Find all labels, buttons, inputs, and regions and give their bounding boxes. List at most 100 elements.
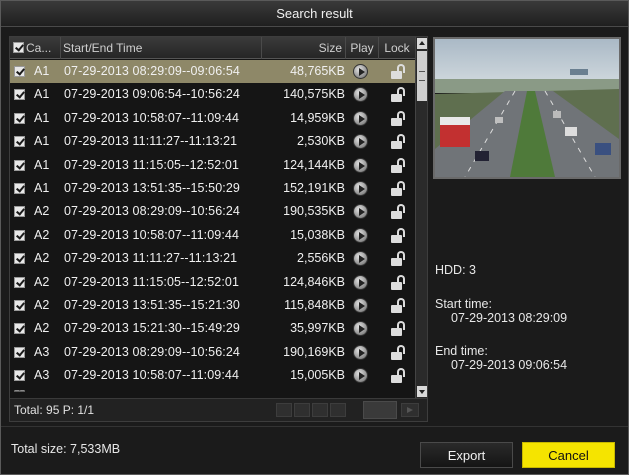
unlock-icon[interactable] (391, 321, 407, 337)
row-checkbox[interactable] (14, 229, 25, 241)
unlock-icon[interactable] (391, 110, 407, 126)
total-size: Total size: 7,533MB (11, 442, 121, 456)
row-checkbox[interactable] (14, 182, 25, 194)
export-button[interactable]: Export (420, 442, 513, 468)
table-header: Ca... Start/End Time Size Play Lock (10, 37, 415, 59)
row-time: 07-29-2013 09:06:54--10:56:24 (64, 87, 240, 102)
row-checkbox[interactable] (14, 159, 25, 171)
total-count: Total: 95 P: 1/1 (14, 403, 95, 417)
unlock-icon[interactable] (391, 227, 407, 243)
play-icon[interactable] (353, 204, 368, 220)
next-page-icon[interactable] (312, 403, 328, 417)
row-checkbox[interactable] (14, 136, 25, 148)
play-icon[interactable] (353, 251, 368, 267)
row-size: 124,846KB (283, 274, 345, 289)
row-checkbox[interactable] (14, 346, 25, 358)
table-row[interactable]: A2 07-29-2013 08:29:09--10:56:24 190,535KB (10, 200, 415, 223)
first-page-icon[interactable] (276, 403, 292, 417)
unlock-icon[interactable] (391, 274, 407, 290)
row-time: 07-29-2013 13:51:35--15:50:29 (64, 180, 240, 195)
table-row[interactable]: A1 07-29-2013 11:15:05--12:52:01 124,144KB (10, 154, 415, 177)
row-size: 2,556KB (297, 251, 345, 266)
play-icon[interactable] (353, 344, 368, 360)
table-row[interactable]: A2 07-29-2013 15:21:30--15:49:29 35,997KB (10, 317, 415, 340)
row-checkbox[interactable] (14, 112, 25, 124)
row-checkbox[interactable] (14, 370, 25, 382)
row-time: 07-29-2013 10:58:07--11:09:44 (64, 110, 240, 125)
table-rows: A1 07-29-2013 08:29:09--09:06:54 48,765KB A… (10, 60, 415, 390)
row-size: 35,997KB (290, 321, 345, 336)
end-time-label: End time: (435, 344, 488, 358)
row-checkbox[interactable] (14, 323, 25, 335)
play-icon[interactable] (353, 64, 368, 79)
table-row[interactable]: A1 07-29-2013 10:58:07--11:09:44 14,959KB (10, 107, 415, 130)
row-checkbox[interactable] (14, 253, 25, 265)
row-size: 2,530KB (297, 134, 345, 149)
row-checkbox[interactable] (14, 299, 25, 311)
search-result-dialog: Search result Ca... Start/End Time Size … (0, 0, 629, 475)
unlock-icon[interactable] (391, 134, 407, 150)
unlock-icon[interactable] (391, 204, 407, 220)
play-icon[interactable] (353, 274, 368, 290)
play-icon[interactable] (353, 134, 368, 150)
scroll-down-icon[interactable] (417, 386, 427, 397)
table-row[interactable]: A1 07-29-2013 13:51:35--15:50:29 152,191KB (10, 177, 415, 200)
scroll-thumb[interactable] (417, 51, 427, 101)
start-time-value: 07-29-2013 08:29:09 (451, 311, 568, 325)
prev-page-icon[interactable] (294, 403, 310, 417)
results-table: Ca... Start/End Time Size Play Lock A1 07… (9, 36, 428, 422)
play-icon[interactable] (353, 180, 368, 196)
unlock-icon[interactable] (391, 157, 407, 173)
play-icon[interactable] (353, 157, 368, 173)
unlock-icon[interactable] (391, 180, 407, 196)
play-icon[interactable] (353, 321, 368, 337)
play-icon[interactable] (353, 368, 368, 384)
row-camera: A2 (34, 204, 50, 219)
vertical-scrollbar[interactable] (415, 37, 427, 398)
row-checkbox[interactable] (14, 89, 25, 101)
unlock-icon[interactable] (391, 297, 407, 313)
row-time: 07-29-2013 15:21:30--15:49:29 (64, 321, 240, 336)
unlock-icon[interactable] (391, 344, 407, 360)
last-page-icon[interactable] (330, 403, 346, 417)
row-size: 190,169KB (283, 344, 345, 359)
row-checkbox[interactable] (14, 66, 25, 77)
row-time: 07-29-2013 11:15:05--12:52:01 (64, 274, 240, 289)
row-camera: A1 (34, 157, 50, 172)
go-page-icon[interactable] (401, 403, 419, 417)
table-row[interactable]: A2 07-29-2013 11:15:05--12:52:01 124,846KB (10, 271, 415, 294)
table-row[interactable]: A2 07-29-2013 11:11:27--11:13:21 2,556KB (10, 247, 415, 270)
table-row[interactable]: A1 07-29-2013 08:29:09--09:06:54 48,765KB (10, 60, 415, 84)
page-number-input[interactable] (363, 401, 397, 419)
row-size: 152,191KB (283, 180, 345, 195)
table-row[interactable]: A2 07-29-2013 10:58:07--11:09:44 15,038KB (10, 224, 415, 247)
cancel-button[interactable]: Cancel (522, 442, 615, 468)
table-row[interactable]: A3 07-29-2013 08:29:09--10:56:24 190,169KB (10, 341, 415, 364)
unlock-icon[interactable] (391, 368, 407, 384)
row-checkbox[interactable] (14, 206, 25, 218)
table-row[interactable]: A2 07-29-2013 13:51:35--15:21:30 115,848KB (10, 294, 415, 317)
table-row[interactable]: A3 07-29-2013 10:58:07--11:09:44 15,005KB (10, 364, 415, 387)
play-icon[interactable] (353, 227, 368, 243)
table-row[interactable]: A1 07-29-2013 09:06:54--10:56:24 140,575KB (10, 83, 415, 106)
play-icon[interactable] (353, 297, 368, 313)
row-size: 140,575KB (283, 87, 345, 102)
row-camera: A1 (34, 134, 50, 149)
scroll-up-icon[interactable] (417, 38, 427, 49)
select-all-checkbox[interactable] (13, 42, 24, 53)
row-time: 07-29-2013 08:29:09--10:56:24 (64, 204, 240, 219)
play-icon[interactable] (353, 87, 368, 103)
header-time[interactable]: Start/End Time (61, 37, 262, 59)
row-camera: A1 (34, 87, 50, 102)
row-checkbox[interactable] (14, 276, 25, 288)
header-size[interactable]: Size (262, 37, 346, 59)
row-size: 15,005KB (290, 368, 345, 383)
header-camera[interactable]: Ca... (10, 37, 61, 59)
unlock-icon[interactable] (391, 64, 407, 79)
row-size: 124,144KB (283, 157, 345, 172)
play-icon[interactable] (353, 110, 368, 126)
table-row[interactable]: A1 07-29-2013 11:11:27--11:13:21 2,530KB (10, 130, 415, 153)
unlock-icon[interactable] (391, 87, 407, 103)
unlock-icon[interactable] (391, 251, 407, 267)
row-size: 115,848KB (284, 297, 345, 312)
